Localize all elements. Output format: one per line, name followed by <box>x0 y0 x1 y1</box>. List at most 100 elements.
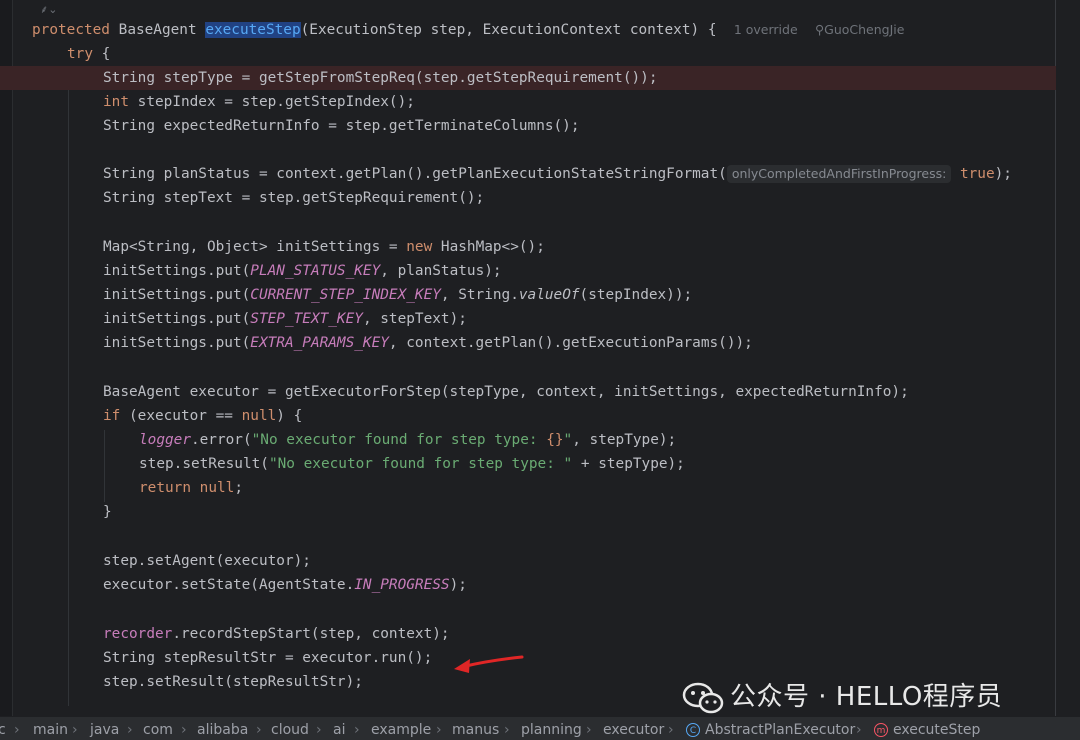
method-params: (ExecutionStep step, ExecutionContext co… <box>300 22 717 38</box>
chevron-right-icon: › <box>72 722 78 738</box>
code-line-target[interactable]: String stepResultStr = executor.run(); <box>103 646 1080 670</box>
constant: STEP_TEXT_KEY <box>250 311 363 327</box>
int-keyword: int <box>103 94 129 110</box>
red-arrow-annotation <box>454 655 524 673</box>
breadcrumb-item[interactable]: java <box>90 722 119 738</box>
method-icon: m <box>874 723 888 737</box>
string-literal: "No executor found for step type: " <box>268 456 573 472</box>
closing-brace: } <box>103 504 112 520</box>
breadcrumb-item[interactable]: com <box>143 722 173 738</box>
breadcrumb-item[interactable]: example <box>371 722 431 738</box>
logger-field: logger <box>139 432 191 448</box>
code-text: step.setAgent(executor); <box>103 553 311 569</box>
code-line[interactable]: recorder.recordStepStart(step, context); <box>103 622 1080 646</box>
breadcrumb-item[interactable]: executor <box>603 722 664 738</box>
breadcrumb-item[interactable]: planning <box>521 722 582 738</box>
code-line[interactable]: executor.setState(AgentState.IN_PROGRESS… <box>103 573 1080 597</box>
code-text: (stepIndex)); <box>579 287 693 303</box>
breadcrumb-item[interactable]: alibaba <box>197 722 248 738</box>
code-editor[interactable]: ⸙⌄ protected BaseAgent executeStep(Execu… <box>0 0 1080 716</box>
gutter-fold-icon[interactable]: ⸙⌄ <box>40 2 57 17</box>
code-text: , String. <box>440 287 519 303</box>
breadcrumb-method[interactable]: m executeStep <box>874 722 980 738</box>
return-keyword: return <box>139 480 191 496</box>
chevron-right-icon: › <box>181 722 187 738</box>
return-type: BaseAgent <box>118 22 197 38</box>
code-text: initSettings.put( <box>103 335 251 351</box>
code-text: (executor == <box>120 408 242 424</box>
static-method: valueOf <box>518 287 580 303</box>
breadcrumb-item[interactable]: cloud <box>271 722 309 738</box>
code-text: ); <box>994 166 1012 182</box>
code-text: initSettings.put( <box>103 263 251 279</box>
indent-guide <box>68 66 69 706</box>
code-line[interactable]: if (executor == null) { <box>103 404 1080 428</box>
code-line[interactable]: String planStatus = context.getPlan().ge… <box>103 162 1080 186</box>
null-keyword: null <box>199 480 235 496</box>
class-icon: C <box>686 723 700 737</box>
chevron-right-icon: › <box>504 722 510 738</box>
chevron-right-icon: › <box>354 722 360 738</box>
code-line-try[interactable]: try { <box>67 42 1080 66</box>
watermark-text: 公众号 · HELLO程序员 <box>730 682 1003 712</box>
author-name[interactable]: GuoChengJie <box>824 22 904 37</box>
author-icon: ⚲ <box>814 22 825 37</box>
watermark: 公众号 · HELLO程序员 <box>682 676 1002 714</box>
true-keyword: true <box>959 166 995 182</box>
breadcrumb-item[interactable]: manus <box>452 722 499 738</box>
code-text: .recordStepStart(step, context); <box>172 626 450 642</box>
chevron-right-icon: › <box>586 722 592 738</box>
code-line[interactable]: initSettings.put(PLAN_STATUS_KEY, planSt… <box>103 259 1080 283</box>
method-name[interactable]: executeStep <box>205 22 301 38</box>
code-line[interactable]: Map<String, Object> initSettings = new H… <box>103 235 1080 259</box>
chevron-right-icon: › <box>256 722 262 738</box>
chevron-right-icon: › <box>316 722 322 738</box>
code-text: ; <box>234 480 243 496</box>
code-text: step.setResult(stepResultStr); <box>103 674 363 690</box>
constant: CURRENT_STEP_INDEX_KEY <box>250 287 441 303</box>
breadcrumb-item[interactable]: main <box>33 722 68 738</box>
constant: PLAN_STATUS_KEY <box>250 263 381 279</box>
try-keyword: try <box>67 46 93 62</box>
breadcrumb-item[interactable]: c <box>0 722 6 738</box>
code-text: + stepType); <box>572 456 685 472</box>
code-text: ); <box>449 577 467 593</box>
constant: EXTRA_PARAMS_KEY <box>250 335 389 351</box>
code-line[interactable]: return null; <box>139 476 1080 500</box>
code-line-method-signature[interactable]: protected BaseAgent executeStep(Executio… <box>32 18 1080 42</box>
breadcrumb-class[interactable]: C AbstractPlanExecutor <box>686 722 855 738</box>
code-text: , context.getPlan().getExecutionParams()… <box>388 335 753 351</box>
indent-guide <box>104 430 105 502</box>
editor-left-rail <box>0 0 13 716</box>
format-placeholder: {} <box>546 432 564 448</box>
code-line[interactable]: String expectedReturnInfo = step.getTerm… <box>103 114 1080 138</box>
code-line[interactable]: BaseAgent executor = getExecutorForStep(… <box>103 380 1080 404</box>
modifier-keyword: protected <box>32 22 110 38</box>
parameter-hint: onlyCompletedAndFirstInProgress: <box>726 165 952 183</box>
string-literal: "No executor found for step type: <box>251 432 547 448</box>
breadcrumb-class-label: AbstractPlanExecutor <box>705 722 856 738</box>
code-line[interactable]: initSettings.put(STEP_TEXT_KEY, stepText… <box>103 307 1080 331</box>
chevron-right-icon: › <box>856 722 862 738</box>
code-text: initSettings.put( <box>103 311 251 327</box>
wechat-logo-icon <box>682 682 724 713</box>
code-text: , stepType); <box>572 432 677 448</box>
breadcrumb-method-label: executeStep <box>893 722 981 738</box>
code-line[interactable]: initSettings.put(CURRENT_STEP_INDEX_KEY,… <box>103 283 1080 307</box>
code-line[interactable]: String stepText = step.getStepRequiremen… <box>103 186 1080 210</box>
code-line[interactable]: int stepIndex = step.getStepIndex(); <box>103 90 1080 114</box>
breadcrumb-item[interactable]: ai <box>333 722 345 738</box>
code-line[interactable]: step.setAgent(executor); <box>103 549 1080 573</box>
code-line-highlighted[interactable]: String stepType = getStepFromStepReq(ste… <box>0 66 1056 90</box>
chevron-right-icon: › <box>668 722 674 738</box>
code-line[interactable]: step.setResult("No executor found for st… <box>139 452 1080 476</box>
code-line[interactable]: logger.error("No executor found for step… <box>139 428 1080 452</box>
code-text: step.setResult( <box>139 456 269 472</box>
override-count-link[interactable]: 1 override <box>734 22 798 37</box>
brace: { <box>101 46 111 62</box>
chevron-right-icon: › <box>436 722 442 738</box>
code-line[interactable]: } <box>103 500 1080 524</box>
new-keyword: new <box>406 239 433 255</box>
code-text: .error( <box>190 432 252 448</box>
code-line[interactable]: initSettings.put(EXTRA_PARAMS_KEY, conte… <box>103 331 1080 355</box>
